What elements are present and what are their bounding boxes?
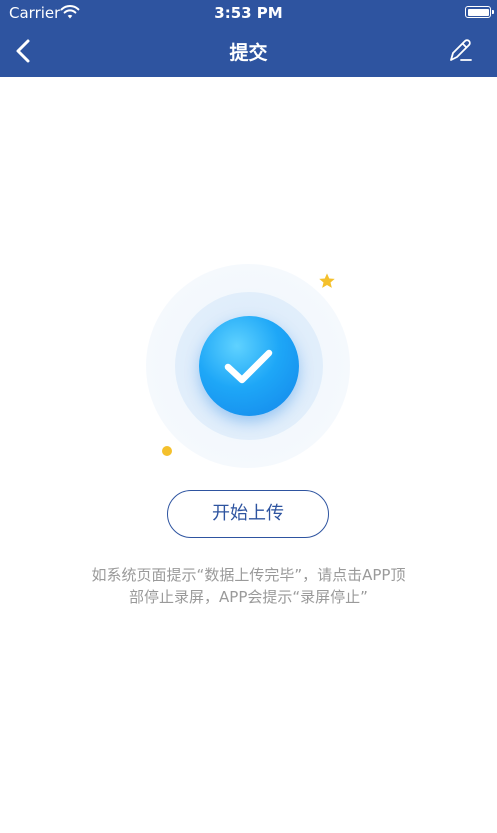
success-illustration — [0, 0, 497, 833]
status-bar: Carrier 3:53 PM — [0, 0, 497, 26]
halo-outer — [146, 264, 350, 468]
battery-fill — [467, 8, 489, 16]
check-icon — [224, 349, 273, 384]
hint-text: 如系统页面提示“数据上传完毕”，请点击APP顶 部停止录屏，APP会提示“录屏停… — [40, 564, 457, 608]
header: Carrier 3:53 PM 提交 — [0, 0, 497, 77]
halo-inner — [175, 292, 323, 440]
dot-icon — [162, 446, 172, 456]
star-icon — [319, 273, 335, 288]
success-circle — [199, 316, 299, 416]
nav-bar: 提交 — [0, 26, 497, 77]
battery-icon — [465, 6, 494, 18]
hint-line: 部停止录屏，APP会提示“录屏停止” — [129, 588, 368, 606]
pen-icon[interactable] — [445, 36, 475, 66]
clock: 3:53 PM — [214, 4, 283, 22]
page-title: 提交 — [229, 42, 268, 64]
hint-line: 如系统页面提示“数据上传完毕”，请点击APP顶 — [91, 566, 406, 584]
start-upload-button[interactable]: 开始上传 — [167, 490, 329, 538]
